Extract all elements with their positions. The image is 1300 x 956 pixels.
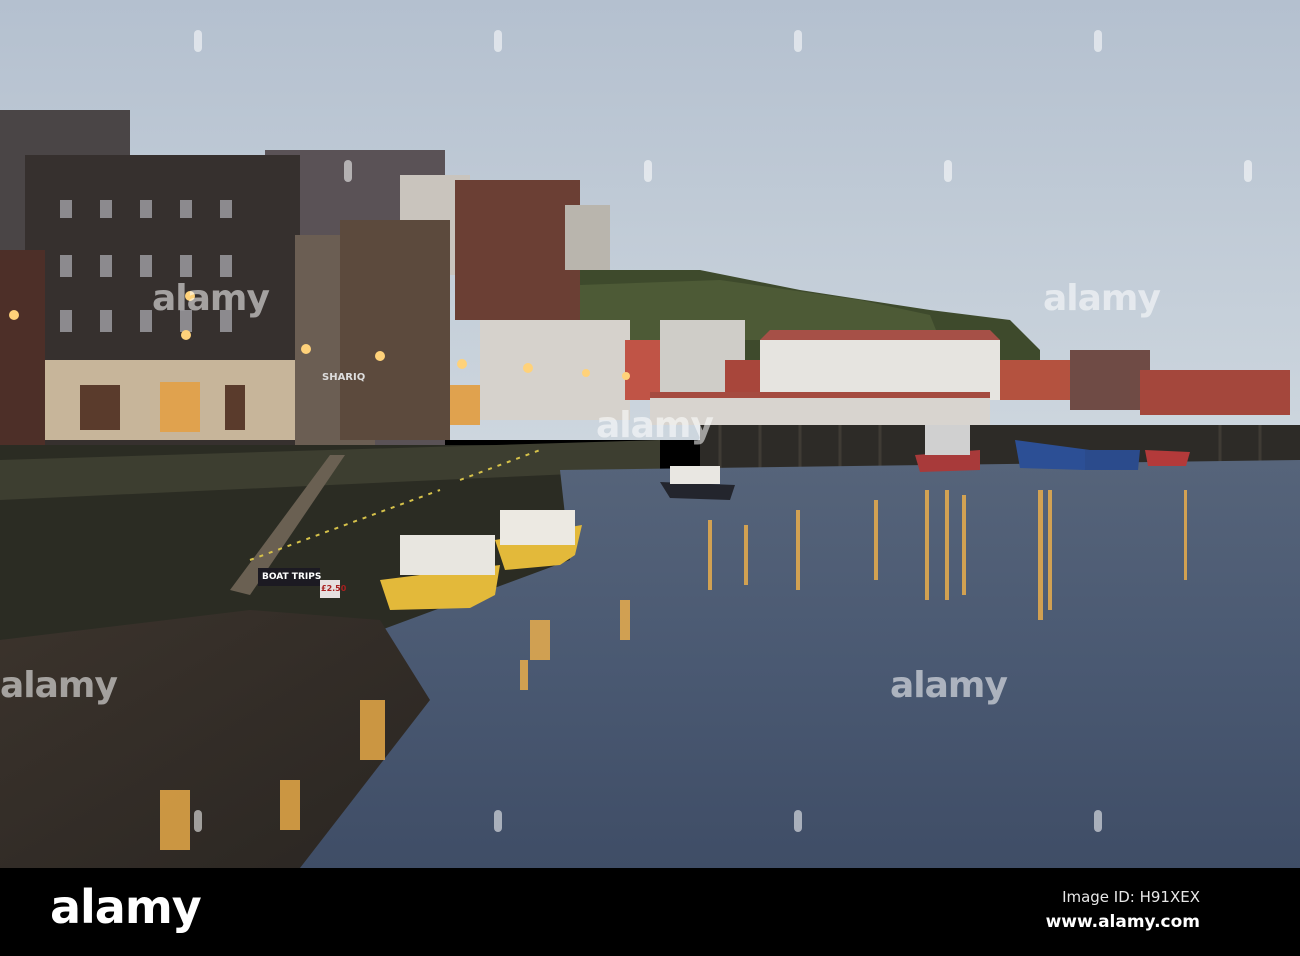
watermark-mark [194, 810, 202, 832]
price-sign: £2.50 [321, 584, 347, 593]
watermark-mark [494, 810, 502, 832]
watermark: alamy [0, 665, 118, 706]
stock-photo-page: BOAT TRIPS £2.50 SHARIQ alamy alamy alam… [0, 0, 1300, 956]
watermark-mark [1244, 160, 1252, 182]
watermark-mark [194, 30, 202, 52]
watermark: alamy [890, 665, 1008, 706]
watermark-mark [794, 30, 802, 52]
watermark-mark [644, 160, 652, 182]
watermark-mark [344, 160, 352, 182]
boat-trips-sign: BOAT TRIPS [262, 572, 322, 582]
alamy-logo: alamy [50, 880, 202, 934]
website-link[interactable]: www.alamy.com [1046, 912, 1200, 932]
dark-boat [660, 482, 735, 500]
watermark-mark [944, 160, 952, 182]
watermark-mark [1094, 30, 1102, 52]
shop-sign: SHARIQ [322, 372, 366, 383]
watermark-mark [794, 810, 802, 832]
watermark-mark [1094, 810, 1102, 832]
image-id: Image ID: H91XEX [1062, 888, 1200, 906]
watermark: alamy [596, 405, 714, 446]
watermark: alamy [152, 278, 270, 319]
watermark: alamy [1043, 278, 1161, 319]
watermark-mark [494, 30, 502, 52]
